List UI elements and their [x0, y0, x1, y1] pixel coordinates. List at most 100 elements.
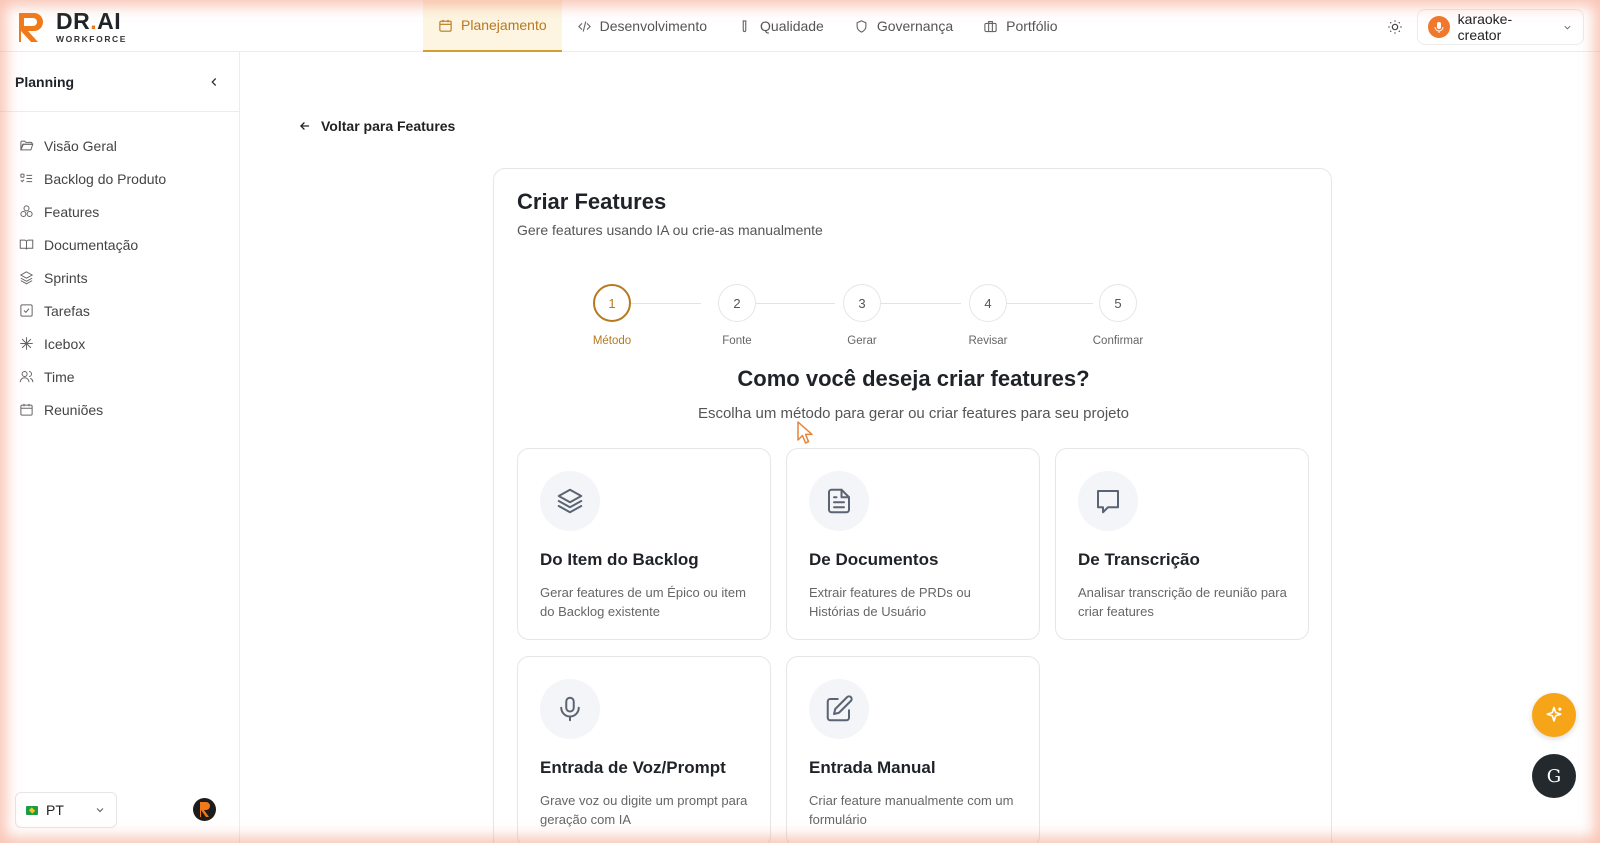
language-select[interactable]: PT: [15, 792, 117, 828]
mouse-cursor-icon: [797, 421, 813, 444]
tab-label: Desenvolvimento: [599, 18, 708, 34]
tab-planejamento[interactable]: Planejamento: [423, 0, 562, 52]
sidebar-item-visao-geral[interactable]: Visão Geral: [0, 129, 239, 162]
g-assistant-button[interactable]: G: [1532, 754, 1576, 798]
book-open-icon: [19, 239, 34, 250]
step-number: 3: [843, 284, 881, 322]
option-voice-prompt[interactable]: Entrada de Voz/Prompt Grave voz ou digit…: [517, 656, 771, 843]
ai-assistant-button[interactable]: [1532, 693, 1576, 737]
arrow-left-icon: [300, 122, 310, 130]
sidebar-item-label: Sprints: [44, 269, 88, 286]
list-todo-icon: [20, 173, 33, 183]
sidebar-title: Planning: [15, 73, 75, 90]
sidebar-item-sprints[interactable]: Sprints: [0, 261, 239, 294]
check-square-icon: [20, 304, 33, 317]
sidebar-item-label: Features: [44, 203, 100, 220]
option-documents[interactable]: De Documentos Extrair features de PRDs o…: [786, 448, 1040, 640]
wizard-stepper: 1 Método 2 Fonte 3 Gerar 4 Revisar 5 Con…: [494, 284, 1333, 354]
sidebar-item-label: Visão Geral: [44, 137, 117, 154]
snowflake-icon: [20, 337, 33, 350]
avatar[interactable]: [193, 798, 216, 821]
user-avatar: [1428, 16, 1450, 38]
chevron-down-icon: [1564, 25, 1571, 29]
sidebar-collapse-button[interactable]: [204, 72, 224, 92]
sidebar-item-icebox[interactable]: Icebox: [0, 327, 239, 360]
user-name: karaoke-creator: [1457, 11, 1513, 43]
edit-icon: [809, 679, 869, 739]
back-to-features-link[interactable]: Voltar para Features: [298, 118, 455, 134]
brazil-flag-icon: [26, 805, 38, 815]
mic-icon: [540, 679, 600, 739]
step-fonte[interactable]: 2 Fonte: [697, 284, 777, 347]
step-number: 1: [593, 284, 631, 322]
step-revisar[interactable]: 4 Revisar: [948, 284, 1028, 347]
option-title: De Transcrição: [1078, 550, 1200, 569]
sidebar-item-features[interactable]: Features: [0, 195, 239, 228]
sidebar-item-backlog-do-produto[interactable]: Backlog do Produto: [0, 162, 239, 195]
shield-icon: [856, 19, 867, 33]
option-backlog-item[interactable]: Do Item do Backlog Gerar features de um …: [517, 448, 771, 640]
sidebar-item-documentacao[interactable]: Documentação: [0, 228, 239, 261]
logo-mark-icon: [14, 9, 50, 45]
folder-open-icon: [20, 140, 34, 151]
sidebar-item-time[interactable]: Time: [0, 360, 239, 393]
option-title: Do Item do Backlog: [540, 550, 699, 569]
page-subtitle: Gere features usando IA ou crie-as manua…: [517, 222, 823, 238]
option-manual-entry[interactable]: Entrada Manual Criar feature manualmente…: [786, 656, 1040, 843]
option-description: Gerar features de um Épico ou item do Ba…: [540, 585, 746, 619]
sidebar-item-tarefas[interactable]: Tarefas: [0, 294, 239, 327]
sidebar-header: Planning: [0, 52, 239, 112]
code-icon: [577, 20, 591, 32]
brand-name: DR.AI: [56, 8, 122, 35]
option-description: Criar feature manualmente com um formulá…: [809, 793, 1014, 827]
theme-toggle-button[interactable]: [1384, 16, 1406, 38]
sparkles-icon: [1546, 706, 1562, 722]
tab-label: Qualidade: [760, 18, 824, 34]
brand-subtitle: WORKFORCE: [56, 34, 128, 45]
tab-desenvolvimento[interactable]: Desenvolvimento: [562, 0, 722, 52]
calendar-icon: [439, 19, 452, 32]
calendar-icon: [20, 403, 33, 416]
test-tube-icon: [742, 19, 747, 32]
user-menu-button[interactable]: karaoke-creator: [1417, 9, 1584, 45]
step-label: Revisar: [968, 335, 1008, 347]
option-title: Entrada Manual: [809, 758, 936, 777]
language-code: PT: [46, 802, 64, 818]
method-question: Como você deseja criar features?: [737, 366, 1090, 391]
layers-icon: [19, 271, 34, 285]
sidebar-item-label: Tarefas: [44, 302, 90, 319]
step-gerar[interactable]: 3 Gerar: [822, 284, 902, 347]
option-description: Extrair features de PRDs ou Histórias de…: [809, 585, 971, 619]
step-metodo[interactable]: 1 Método: [572, 284, 652, 347]
step-number: 2: [718, 284, 756, 322]
brand-logo[interactable]: DR.AI WORKFORCE: [14, 9, 127, 45]
tab-label: Portfólio: [1006, 18, 1058, 34]
sidebar-item-label: Reuniões: [44, 401, 104, 418]
option-transcription[interactable]: De Transcrição Analisar transcrição de r…: [1055, 448, 1309, 640]
sidebar-nav-list: Visão Geral Backlog do Produto Features …: [0, 112, 239, 426]
step-number: 5: [1099, 284, 1137, 322]
step-number: 4: [969, 284, 1007, 322]
step-label: Confirmar: [1092, 335, 1144, 347]
create-features-card: Criar Features Gere features usando IA o…: [493, 168, 1332, 843]
tab-portfolio[interactable]: Portfólio: [968, 0, 1072, 52]
sidebar-item-label: Backlog do Produto: [44, 170, 167, 187]
shapes-icon: [20, 205, 33, 217]
tab-qualidade[interactable]: Qualidade: [722, 0, 839, 52]
tab-label: Planejamento: [461, 17, 547, 33]
main-nav-tabs: Planejamento Desenvolvimento Qualidade G…: [423, 0, 1072, 52]
sun-icon: [1388, 20, 1402, 34]
users-icon: [19, 371, 34, 383]
option-description: Analisar transcrição de reunião para cri…: [1078, 585, 1287, 619]
option-title: De Documentos: [809, 550, 939, 569]
top-bar: DR.AI WORKFORCE Planejamento Desenvolvim…: [0, 0, 1600, 52]
sidebar-item-label: Documentação: [44, 236, 139, 253]
step-label: Gerar: [847, 335, 877, 347]
layers-icon: [540, 471, 600, 531]
step-confirmar[interactable]: 5 Confirmar: [1078, 284, 1158, 347]
sidebar-item-reunioes[interactable]: Reuniões: [0, 393, 239, 426]
option-description: Grave voz ou digite um prompt para geraç…: [540, 793, 748, 827]
profile-logo-icon: [200, 802, 210, 817]
tab-governanca[interactable]: Governança: [839, 0, 968, 52]
microphone-avatar-icon: [1434, 22, 1444, 33]
